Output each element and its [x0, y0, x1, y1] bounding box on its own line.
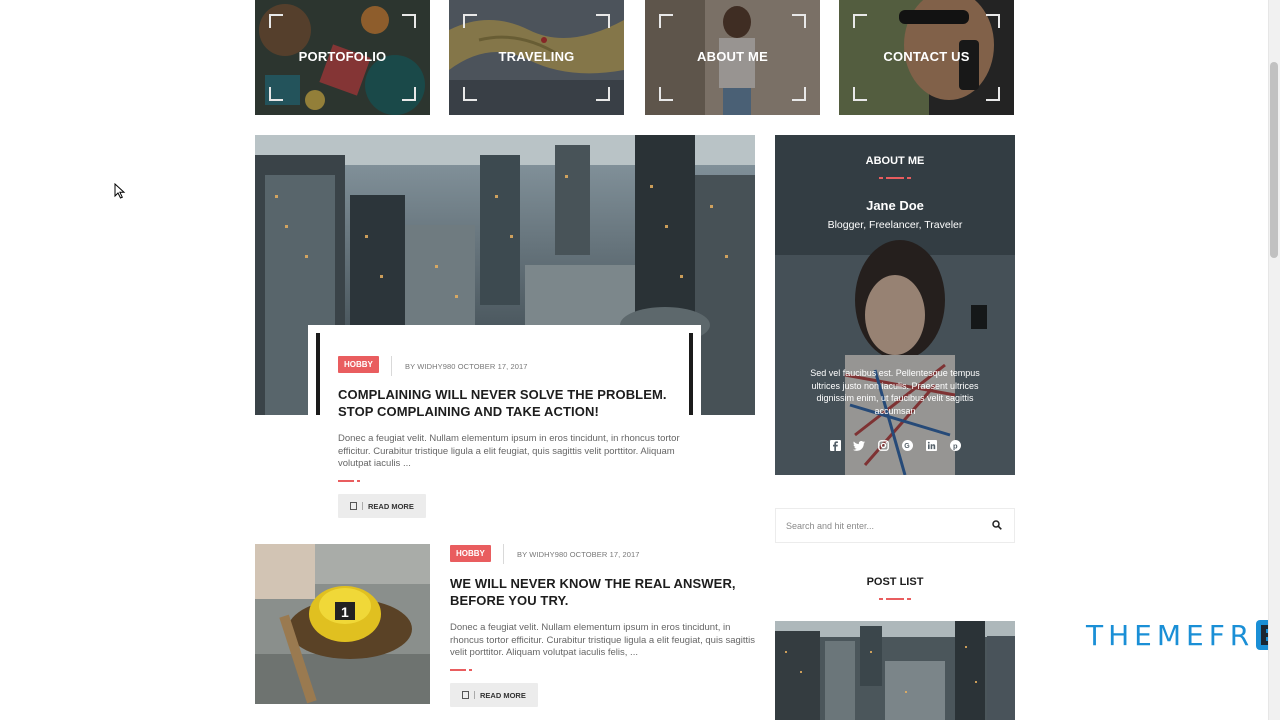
- card-border-right: [689, 333, 693, 415]
- social-links: G p: [775, 439, 1015, 452]
- instagram-icon[interactable]: [877, 439, 890, 452]
- svg-text:p: p: [953, 441, 958, 450]
- mouse-cursor-icon: [114, 183, 126, 199]
- read-more-label: READ MORE: [368, 501, 414, 511]
- svg-text:G: G: [904, 443, 910, 450]
- author-name: Jane Doe: [866, 198, 924, 213]
- twitter-icon[interactable]: [853, 439, 866, 452]
- firefighter-helmet-image: 1: [255, 544, 430, 704]
- read-more-button[interactable]: READ MORE: [338, 494, 426, 518]
- tile-traveling[interactable]: TRAVELING: [449, 0, 624, 115]
- search-icon[interactable]: [992, 520, 1002, 530]
- city-aerial-thumbnail: [775, 621, 1015, 720]
- card-border-left: [316, 333, 320, 415]
- author-role: Blogger, Freelancer, Traveler: [827, 219, 963, 231]
- category-badge[interactable]: HOBBY: [450, 545, 491, 562]
- accent-divider: [879, 598, 911, 601]
- read-more-button[interactable]: READ MORE: [450, 683, 538, 707]
- featured-post-title[interactable]: COMPLAINING WILL NEVER SOLVE THE PROBLEM…: [338, 386, 678, 420]
- tile-portofolio[interactable]: PORTOFOLIO: [255, 0, 430, 115]
- tile-label: ABOUT ME: [697, 49, 768, 64]
- tile-label: PORTOFOLIO: [298, 49, 387, 64]
- second-post-title[interactable]: WE WILL NEVER KNOW THE REAL ANSWER, BEFO…: [450, 575, 760, 609]
- tile-about-me[interactable]: ABOUT ME: [645, 0, 820, 115]
- post-list-title: POST LIST: [866, 576, 924, 588]
- google-plus-icon[interactable]: G: [901, 439, 914, 452]
- tile-label: CONTACT US: [883, 49, 970, 64]
- document-icon: [350, 502, 357, 510]
- accent-divider: [338, 480, 362, 483]
- author-bio: Sed vel faucibus est. Pellentesque tempu…: [810, 368, 980, 416]
- post-meta: BY WIDHY980 OCTOBER 17, 2017: [405, 362, 528, 371]
- page-scrollbar[interactable]: [1268, 0, 1280, 720]
- facebook-icon[interactable]: [829, 439, 842, 452]
- scrollbar-thumb[interactable]: [1270, 62, 1278, 258]
- post-list-thumbnail[interactable]: [775, 621, 1015, 720]
- linkedin-icon[interactable]: [925, 439, 938, 452]
- tile-contact-us[interactable]: CONTACT US: [839, 0, 1014, 115]
- search-widget: [775, 508, 1015, 543]
- accent-divider: [450, 669, 474, 672]
- read-more-label: READ MORE: [480, 690, 526, 700]
- search-input[interactable]: [786, 518, 976, 534]
- svg-text:1: 1: [341, 604, 349, 620]
- divider: [391, 356, 392, 376]
- post-meta: BY WIDHY980 OCTOBER 17, 2017: [517, 550, 640, 559]
- pinterest-icon[interactable]: p: [949, 439, 962, 452]
- about-me-widget: ABOUT ME Jane Doe Blogger, Freelancer, T…: [775, 135, 1015, 475]
- featured-post-excerpt: Donec a feugiat velit. Nullam elementum …: [338, 433, 680, 470]
- category-badge[interactable]: HOBBY: [338, 356, 379, 373]
- watermark-text: THEMEFR: [1086, 618, 1255, 652]
- second-post-image[interactable]: 1: [255, 544, 430, 704]
- themefree-watermark: THEMEFR: [1086, 618, 1280, 652]
- tile-label: TRAVELING: [498, 49, 575, 64]
- document-icon: [462, 691, 469, 699]
- about-title: ABOUT ME: [865, 155, 925, 167]
- accent-divider: [879, 177, 911, 180]
- second-post-excerpt: Donec a feugiat velit. Nullam elementum …: [450, 622, 756, 659]
- author-photo: [775, 135, 1015, 475]
- category-tiles: PORTOFOLIO TRAVELING ABOUT ME CONTACT US: [255, 0, 1015, 115]
- divider: [503, 544, 504, 564]
